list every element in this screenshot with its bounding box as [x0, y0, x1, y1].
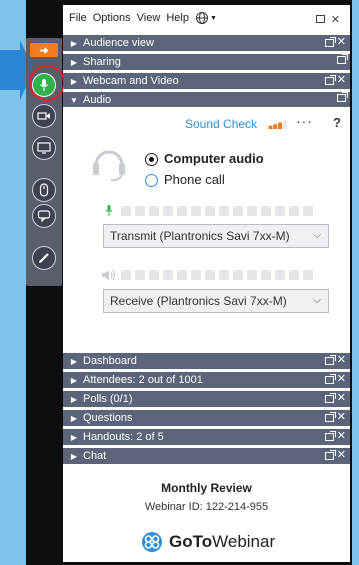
pane-chat[interactable]: ▶ Chat ✕ [63, 448, 350, 465]
popout-icon[interactable] [324, 411, 336, 422]
close-icon[interactable]: ✕ [337, 37, 346, 48]
microphone-highlight-ring [29, 65, 65, 101]
pane-label: Sharing [83, 56, 121, 68]
menu-file[interactable]: File [69, 12, 87, 24]
control-panel: File Options View Help ▼ ✕ ▶ Audience vi… [63, 5, 350, 562]
help-button[interactable]: ? [333, 115, 341, 130]
menu-bar: File Options View Help ▼ ✕ [63, 5, 350, 31]
popout-icon[interactable] [324, 354, 336, 365]
pane-attendees[interactable]: ▶ Attendees: 2 out of 1001 ✕ [63, 372, 350, 389]
phone-call-label[interactable]: Phone call [164, 172, 225, 187]
audio-pane: Sound Check ··· ? Computer audio Phone c… [63, 107, 350, 358]
popout-icon[interactable] [324, 74, 336, 85]
microphone-level-meter [121, 206, 313, 216]
pane-label: Audio [83, 94, 112, 106]
computer-audio-radio[interactable] [145, 153, 158, 166]
menu-options[interactable]: Options [93, 12, 131, 24]
pane-label: Attendees: 2 out of 1001 [83, 374, 203, 386]
chat-bubble-icon [37, 210, 51, 222]
webinar-title: Monthly Review [161, 481, 252, 495]
logo-text-regular: Webinar [212, 532, 276, 551]
pane-label: Chat [83, 450, 107, 462]
popout-icon[interactable] [324, 392, 336, 403]
mouse-button[interactable] [32, 178, 56, 202]
expand-arrow-icon: ▶ [70, 432, 78, 442]
popout-icon[interactable] [324, 373, 336, 384]
expand-arrow-icon: ▶ [70, 375, 78, 385]
pane-label: Handouts: 2 of 5 [83, 431, 164, 443]
pane-webcam-video[interactable]: ▶ Webcam and Video ✕ [63, 73, 350, 90]
close-icon[interactable]: ✕ [337, 355, 346, 366]
mouse-icon [39, 183, 49, 197]
expand-arrow-icon: ▶ [70, 57, 78, 67]
pane-sharing[interactable]: ▶ Sharing [63, 54, 350, 71]
close-icon[interactable]: ✕ [337, 75, 346, 86]
popout-icon[interactable] [324, 430, 336, 441]
transmit-device-value: Transmit (Plantronics Savi 7xx-M) [110, 229, 290, 243]
pane-label: Questions [83, 412, 133, 424]
webcam-button[interactable] [32, 104, 56, 128]
signal-level-icon [268, 121, 287, 129]
close-icon[interactable]: ✕ [337, 393, 346, 404]
pane-label: Polls (0/1) [83, 393, 133, 405]
expand-arrow-icon: ▶ [70, 413, 78, 423]
pane-label: Audience view [83, 37, 154, 49]
transmit-device-select[interactable]: Transmit (Plantronics Savi 7xx-M) ⌵ [103, 224, 329, 248]
computer-audio-label[interactable]: Computer audio [164, 151, 264, 166]
receive-device-select[interactable]: Receive (Plantronics Savi 7xx-M) ⌵ [103, 289, 329, 313]
more-options-button[interactable]: ··· [296, 113, 313, 129]
popout-all-icon[interactable]: ✕ [316, 12, 340, 26]
pane-polls[interactable]: ▶ Polls (0/1) ✕ [63, 391, 350, 408]
collapse-arrow-icon: ▼ [70, 95, 78, 105]
speaker-level-meter [121, 270, 313, 280]
close-icon[interactable]: ✕ [337, 374, 346, 385]
speaker-icon [102, 269, 116, 281]
pane-label: Dashboard [83, 355, 137, 367]
pane-label: Webcam and Video [83, 75, 179, 87]
logo-text-bold: GoTo [169, 532, 213, 551]
sound-check-link[interactable]: Sound Check [185, 117, 257, 131]
pane-audience-view[interactable]: ▶ Audience view ✕ [63, 35, 350, 52]
chevron-down-icon: ⌵ [313, 295, 321, 306]
expand-arrow-icon: ▶ [70, 394, 78, 404]
popout-icon[interactable] [337, 92, 348, 102]
webcam-icon [37, 112, 50, 120]
close-icon[interactable]: ✕ [337, 431, 346, 442]
monitor-icon [37, 142, 51, 154]
popout-icon[interactable] [324, 36, 336, 47]
expand-arrow-icon: ▶ [70, 451, 78, 461]
menu-view[interactable]: View [137, 12, 161, 24]
headset-icon [93, 150, 125, 182]
pane-handouts[interactable]: ▶ Handouts: 2 of 5 ✕ [63, 429, 350, 446]
flower-logo-icon [142, 532, 162, 552]
pane-dashboard[interactable]: ▶ Dashboard ✕ [63, 353, 350, 370]
gotowebinar-logo: GoToWebinar [141, 531, 275, 553]
chat-bubble-button[interactable] [32, 204, 56, 228]
expand-arrow-icon: ▶ [70, 38, 78, 48]
draw-tools-button[interactable] [32, 246, 56, 270]
arrow-right-icon: ➜ [39, 44, 49, 57]
screen-share-button[interactable] [32, 136, 56, 160]
popout-icon[interactable] [337, 54, 348, 64]
popout-icon[interactable] [324, 449, 336, 460]
phone-call-radio[interactable] [145, 174, 158, 187]
globe-icon [195, 12, 208, 24]
chevron-down-icon: ▼ [209, 14, 217, 22]
pane-questions[interactable]: ▶ Questions ✕ [63, 410, 350, 427]
language-menu[interactable]: ▼ [195, 11, 217, 25]
menu-help[interactable]: Help [166, 12, 189, 24]
webinar-id: Webinar ID: 122-214-955 [144, 501, 269, 513]
collapse-panel-button[interactable]: ➜ [30, 43, 58, 57]
expand-arrow-icon: ▶ [70, 356, 78, 366]
microphone-icon [105, 205, 113, 216]
pencil-icon [39, 253, 49, 263]
close-icon[interactable]: ✕ [337, 450, 346, 461]
expand-arrow-icon: ▶ [70, 76, 78, 86]
webinar-footer: Monthly Review Webinar ID: 122-214-955 G… [63, 473, 350, 562]
chevron-down-icon: ⌵ [313, 230, 321, 241]
close-icon[interactable]: ✕ [337, 412, 346, 423]
receive-device-value: Receive (Plantronics Savi 7xx-M) [110, 294, 287, 308]
